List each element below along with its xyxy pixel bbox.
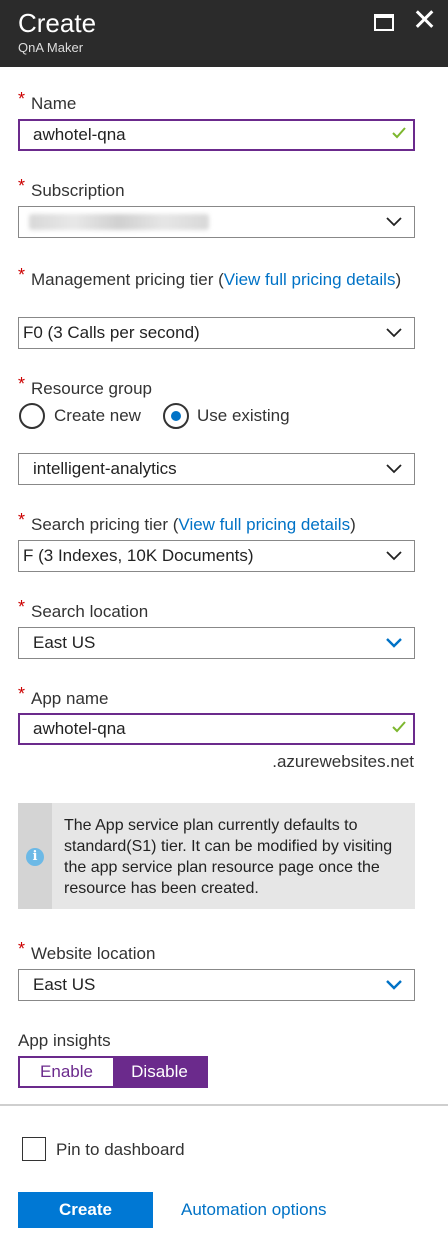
website-location-select[interactable]: East US [18, 969, 415, 1001]
name-input[interactable]: awhotel-qna [18, 119, 415, 151]
disable-option[interactable]: Disable [113, 1058, 206, 1086]
website-location-label: * Website location [18, 939, 156, 963]
chevron-down-icon [386, 551, 402, 561]
blade-header: Create QnA Maker ✕ [0, 0, 448, 67]
check-icon [392, 721, 406, 733]
info-text: The App service plan currently defaults … [64, 817, 393, 897]
required-icon: * [18, 89, 26, 109]
subscription-select[interactable] [18, 206, 415, 238]
pin-checkbox[interactable] [22, 1137, 46, 1161]
search-location-label: * Search location [18, 597, 149, 621]
blade-subtitle: QnA Maker [18, 40, 84, 55]
chevron-down-icon [386, 464, 402, 474]
automation-options-link[interactable]: Automation options [181, 1200, 327, 1220]
app-insights-label: App insights [18, 1031, 111, 1050]
app-name-input[interactable]: awhotel-qna [18, 713, 415, 745]
name-input-value: awhotel-qna [33, 125, 126, 144]
required-icon: * [18, 510, 26, 530]
radio-use-existing[interactable] [163, 403, 189, 429]
chevron-down-icon [386, 328, 402, 338]
enable-option[interactable]: Enable [20, 1058, 113, 1086]
required-icon: * [18, 684, 26, 704]
close-icon[interactable]: ✕ [412, 6, 437, 36]
resource-group-select[interactable]: intelligent-analytics [18, 453, 415, 485]
required-icon: * [18, 939, 26, 959]
management-pricing-label: * Management pricing tier (View full pric… [18, 265, 402, 289]
chevron-down-icon [386, 638, 402, 648]
info-box: i The App service plan currently default… [18, 803, 415, 909]
radio-selected-dot [171, 411, 181, 421]
app-insights-toggle: Enable Disable [18, 1056, 208, 1088]
chevron-down-icon [386, 217, 402, 227]
create-button[interactable]: Create [18, 1192, 153, 1228]
blade-title: Create [18, 8, 97, 38]
maximize-icon[interactable] [374, 14, 394, 31]
subscription-label: * Subscription [18, 176, 125, 200]
check-icon [392, 127, 406, 139]
name-label: * Name [18, 89, 77, 113]
required-icon: * [18, 176, 26, 196]
search-pricing-select[interactable]: F (3 Indexes, 10K Documents) [18, 540, 415, 572]
radio-use-existing-label[interactable]: Use existing [197, 406, 290, 426]
required-icon: * [18, 265, 26, 285]
search-pricing-label: * Search pricing tier (View full pricing … [18, 510, 356, 534]
info-icon: i [26, 848, 44, 866]
footer-divider [0, 1104, 448, 1106]
management-pricing-select[interactable]: F0 (3 Calls per second) [18, 317, 415, 349]
pin-label[interactable]: Pin to dashboard [56, 1140, 185, 1160]
radio-create-new[interactable] [19, 403, 45, 429]
chevron-down-icon [386, 980, 402, 990]
required-icon: * [18, 374, 26, 394]
app-name-label: * App name [18, 684, 109, 708]
subscription-value-redacted [29, 214, 209, 230]
search-location-select[interactable]: East US [18, 627, 415, 659]
resource-group-label: * Resource group [18, 374, 152, 398]
management-pricing-link[interactable]: View full pricing details [224, 270, 396, 289]
radio-create-new-label[interactable]: Create new [54, 406, 141, 426]
required-icon: * [18, 597, 26, 617]
search-pricing-link[interactable]: View full pricing details [178, 515, 350, 534]
app-name-suffix: .azurewebsites.net [272, 752, 414, 771]
